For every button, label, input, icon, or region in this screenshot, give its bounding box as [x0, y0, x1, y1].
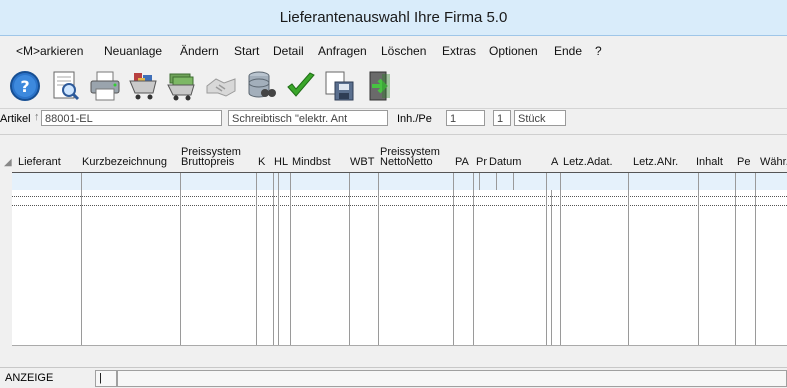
artikel-row: Artikel ↑ 88001-EL Schreibtisch "elektr.…: [0, 108, 787, 130]
table-header: ◢ Lieferant Kurzbezeichnung Preissystem …: [0, 134, 787, 173]
menu-help[interactable]: ?: [595, 44, 602, 58]
col-bruttopreis[interactable]: Bruttopreis: [181, 157, 234, 168]
menu-ende[interactable]: Ende: [554, 44, 582, 58]
data-grid[interactable]: [12, 190, 787, 346]
menu-loeschen[interactable]: Löschen: [381, 44, 426, 58]
menu-optionen[interactable]: Optionen: [489, 44, 538, 58]
menu-detail[interactable]: Detail: [273, 44, 304, 58]
col-letz-anr[interactable]: Letz.ANr.: [633, 157, 678, 168]
col-mindbst[interactable]: Mindbst: [292, 157, 331, 168]
col-waehr[interactable]: Währ.: [760, 157, 787, 168]
menu-start[interactable]: Start: [234, 44, 259, 58]
col-nettonetto[interactable]: NettoNetto: [380, 157, 433, 168]
printer-icon[interactable]: [88, 69, 122, 103]
col-hl[interactable]: HL: [274, 157, 288, 168]
status-field-small: |: [95, 370, 117, 387]
unit-field[interactable]: Stück: [514, 110, 566, 126]
col-lieferant[interactable]: Lieferant: [18, 157, 61, 168]
col-datum[interactable]: Datum: [489, 157, 521, 168]
inhalt-field[interactable]: 1: [446, 110, 485, 126]
col-kurzbezeichnung[interactable]: Kurzbezeichnung: [82, 157, 167, 168]
title-bar: Lieferantenauswahl Ihre Firma 5.0: [0, 0, 787, 36]
database-search-icon[interactable]: [244, 69, 278, 103]
shopping-cart-icon[interactable]: [126, 69, 160, 103]
col-pr[interactable]: Pr: [476, 157, 487, 168]
status-mode: ANZEIGE: [5, 372, 54, 384]
print-preview-icon[interactable]: [48, 69, 82, 103]
menu-bar: <M>arkieren Neuanlage Ändern Start Detai…: [0, 36, 787, 64]
col-wbt[interactable]: WBT: [350, 157, 374, 168]
filter-row[interactable]: [12, 172, 787, 191]
checkmark-icon[interactable]: [284, 69, 318, 103]
pe-field[interactable]: 1: [493, 110, 511, 126]
menu-anfragen[interactable]: Anfragen: [318, 44, 367, 58]
menu-aendern[interactable]: Ändern: [180, 44, 219, 58]
sort-indicator-icon[interactable]: ◢: [4, 157, 12, 168]
toolbar: ?: [0, 64, 787, 109]
money-cart-icon[interactable]: [164, 69, 198, 103]
status-bar: ANZEIGE |: [0, 367, 787, 388]
col-pe[interactable]: Pe: [737, 157, 750, 168]
menu-markieren[interactable]: <M>arkieren: [16, 44, 83, 58]
col-a[interactable]: A: [551, 157, 558, 168]
focus-row[interactable]: [12, 196, 787, 206]
artikel-label: Artikel: [0, 113, 31, 125]
help-icon[interactable]: ?: [8, 69, 42, 103]
menu-extras[interactable]: Extras: [442, 44, 476, 58]
save-document-icon[interactable]: [322, 69, 356, 103]
col-k[interactable]: K: [258, 157, 265, 168]
handshake-icon[interactable]: [204, 69, 238, 103]
col-pa[interactable]: PA: [455, 157, 469, 168]
artikel-number-field[interactable]: 88001-EL: [41, 110, 222, 126]
artikel-description-field[interactable]: Schreibtisch "elektr. Ant: [228, 110, 388, 126]
svg-text:?: ?: [20, 77, 29, 96]
exit-door-icon[interactable]: [362, 69, 396, 103]
menu-neuanlage[interactable]: Neuanlage: [104, 44, 162, 58]
inh-pe-label: Inh./Pe: [397, 113, 432, 125]
col-inhalt[interactable]: Inhalt: [696, 157, 723, 168]
status-field-main: [117, 370, 787, 387]
up-arrow-icon[interactable]: ↑: [34, 111, 40, 123]
window-title: Lieferantenauswahl Ihre Firma 5.0: [279, 9, 508, 26]
col-letz-adat[interactable]: Letz.Adat.: [563, 157, 613, 168]
